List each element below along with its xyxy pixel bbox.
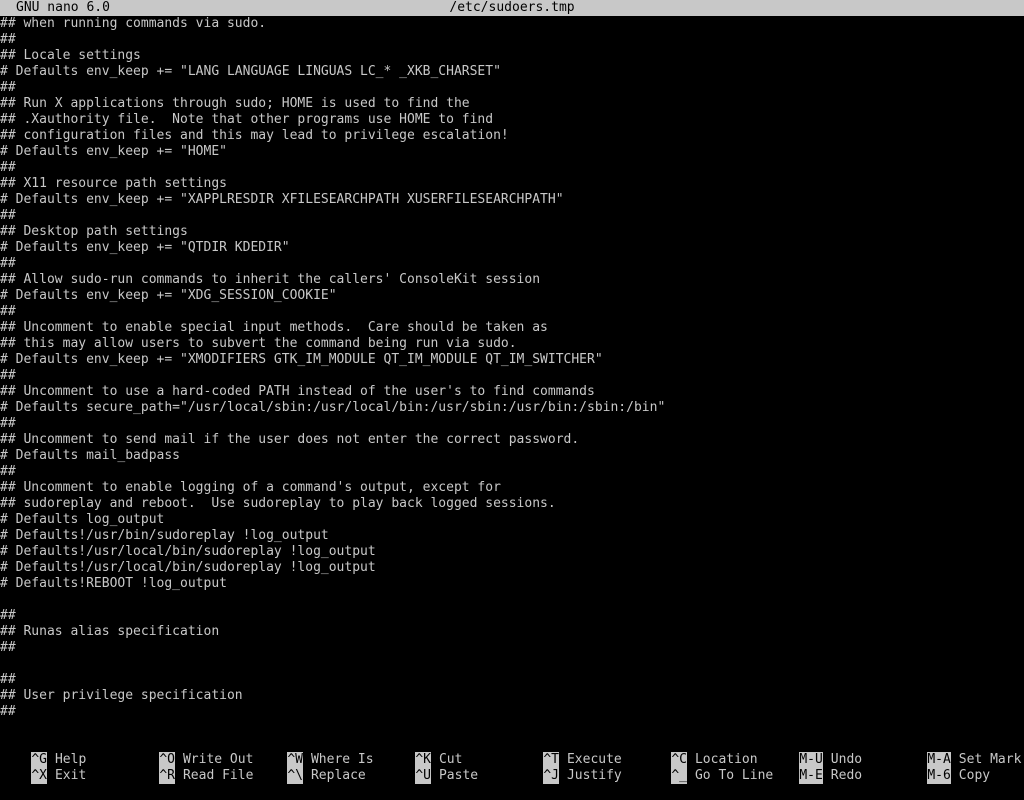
shortcut-label: Exit bbox=[54, 768, 87, 783]
shortcut-paste[interactable]: ^U Paste bbox=[384, 752, 478, 784]
editor-line[interactable]: ## X11 resource path settings bbox=[0, 176, 1024, 192]
shortcut-copy[interactable]: M-6 Copy bbox=[896, 752, 990, 784]
shortcut-label: Go To Line bbox=[694, 768, 774, 783]
editor-line[interactable]: # Defaults env_keep += "XMODIFIERS GTK_I… bbox=[0, 352, 1024, 368]
shortcut-key: ^_ bbox=[671, 768, 687, 784]
editor-line[interactable]: ## Uncomment to use a hard-coded PATH in… bbox=[0, 384, 1024, 400]
shortcut-key: ^J bbox=[543, 768, 559, 784]
shortcut-key: ^R bbox=[159, 768, 175, 784]
editor-line[interactable]: # Defaults!/usr/local/bin/sudoreplay !lo… bbox=[0, 560, 1024, 576]
editor-line[interactable]: ## bbox=[0, 608, 1024, 624]
shortcut-replace[interactable]: ^\ Replace bbox=[256, 752, 366, 784]
editor-line[interactable]: ## bbox=[0, 208, 1024, 224]
editor-line[interactable]: ## bbox=[0, 80, 1024, 96]
editor-line[interactable]: ## sudoreplay and reboot. Use sudoreplay… bbox=[0, 496, 1024, 512]
editor-line[interactable]: # Defaults env_keep += "XDG_SESSION_COOK… bbox=[0, 288, 1024, 304]
editor-line[interactable]: # Defaults env_keep += "QTDIR KDEDIR" bbox=[0, 240, 1024, 256]
editor-line[interactable]: ## Runas alias specification bbox=[0, 624, 1024, 640]
editor-line[interactable]: ## bbox=[0, 704, 1024, 720]
editor-line[interactable]: # Defaults secure_path="/usr/local/sbin:… bbox=[0, 400, 1024, 416]
shortcut-redo[interactable]: M-E Redo bbox=[768, 752, 862, 784]
editor-line[interactable]: ## Uncomment to send mail if the user do… bbox=[0, 432, 1024, 448]
editor-line[interactable]: ## Desktop path settings bbox=[0, 224, 1024, 240]
shortcut-exit[interactable]: ^X Exit bbox=[0, 752, 86, 784]
editor-line[interactable]: ## Uncomment to enable special input met… bbox=[0, 320, 1024, 336]
shortcut-go-to-line[interactable]: ^_ Go To Line bbox=[640, 752, 773, 784]
editor-line[interactable]: ## bbox=[0, 256, 1024, 272]
shortcut-write-out[interactable]: ^O Write Out bbox=[128, 736, 253, 768]
editor-line[interactable]: ## bbox=[0, 416, 1024, 432]
editor-line[interactable]: ## bbox=[0, 304, 1024, 320]
editor-line[interactable]: ## bbox=[0, 464, 1024, 480]
editor-line[interactable]: # Defaults!/usr/bin/sudoreplay !log_outp… bbox=[0, 528, 1024, 544]
shortcut-key: M-E bbox=[799, 768, 823, 784]
editor-line[interactable]: # Defaults mail_badpass bbox=[0, 448, 1024, 464]
editor-line[interactable]: ## when running commands via sudo. bbox=[0, 16, 1024, 32]
shortcut-key: ^\ bbox=[287, 768, 303, 784]
shortcut-label: Redo bbox=[830, 768, 863, 783]
shortcut-bar: ^G Help ^O Write Out ^W Where Is ^K Cut ^T Ex… bbox=[0, 736, 1024, 784]
shortcut-justify[interactable]: ^J Justify bbox=[512, 752, 622, 784]
editor-line[interactable] bbox=[0, 656, 1024, 672]
shortcut-label: Paste bbox=[438, 768, 479, 783]
file-name: /etc/sudoers.tmp bbox=[449, 0, 575, 15]
editor-line[interactable]: # Defaults env_keep += "HOME" bbox=[0, 144, 1024, 160]
editor-line[interactable] bbox=[0, 592, 1024, 608]
editor-line[interactable]: ## Allow sudo-run commands to inherit th… bbox=[0, 272, 1024, 288]
editor-line[interactable]: ## bbox=[0, 32, 1024, 48]
shortcut-help[interactable]: ^G Help bbox=[0, 736, 86, 768]
shortcut-execute[interactable]: ^T Execute bbox=[512, 736, 622, 768]
shortcut-key: ^X bbox=[31, 768, 47, 784]
shortcut-read-file[interactable]: ^R Read File bbox=[128, 752, 253, 784]
editor-line[interactable]: ## bbox=[0, 368, 1024, 384]
editor-area[interactable]: ## when running commands via sudo. ## ##… bbox=[0, 16, 1024, 736]
editor-line[interactable]: # Defaults env_keep += "LANG LANGUAGE LI… bbox=[0, 64, 1024, 80]
editor-line[interactable]: ## Locale settings bbox=[0, 48, 1024, 64]
editor-line[interactable]: # Defaults env_keep += "XAPPLRESDIR XFIL… bbox=[0, 192, 1024, 208]
editor-line[interactable]: ## bbox=[0, 160, 1024, 176]
editor-line[interactable]: ## Run X applications through sudo; HOME… bbox=[0, 96, 1024, 112]
editor-line[interactable]: ## .Xauthority file. Note that other pro… bbox=[0, 112, 1024, 128]
shortcut-label: Copy bbox=[958, 768, 991, 783]
editor-line[interactable]: # Defaults log_output bbox=[0, 512, 1024, 528]
shortcut-label: Replace bbox=[310, 768, 366, 783]
editor-line[interactable]: ## bbox=[0, 672, 1024, 688]
editor-line[interactable]: # Defaults!/usr/local/bin/sudoreplay !lo… bbox=[0, 544, 1024, 560]
editor-line[interactable]: ## Uncomment to enable logging of a comm… bbox=[0, 480, 1024, 496]
shortcut-cut[interactable]: ^K Cut bbox=[384, 736, 462, 768]
shortcut-label: Read File bbox=[182, 768, 254, 783]
shortcut-label: Justify bbox=[566, 768, 622, 783]
shortcut-undo[interactable]: M-U Undo bbox=[768, 736, 862, 768]
editor-line[interactable]: ## this may allow users to subvert the c… bbox=[0, 336, 1024, 352]
shortcut-key: M-6 bbox=[927, 768, 951, 784]
editor-line[interactable]: ## configuration files and this may lead… bbox=[0, 128, 1024, 144]
title-bar: GNU nano 6.0 /etc/sudoers.tmp bbox=[0, 0, 1024, 16]
editor-line[interactable]: ## User privilege specification bbox=[0, 688, 1024, 704]
editor-line[interactable]: ## bbox=[0, 640, 1024, 656]
shortcut-location[interactable]: ^C Location bbox=[640, 736, 758, 768]
editor-line[interactable]: # Defaults!REBOOT !log_output bbox=[0, 576, 1024, 592]
shortcut-set-mark[interactable]: M-A Set Mark bbox=[896, 736, 1021, 768]
shortcut-where-is[interactable]: ^W Where Is bbox=[256, 736, 374, 768]
shortcut-key: ^U bbox=[415, 768, 431, 784]
